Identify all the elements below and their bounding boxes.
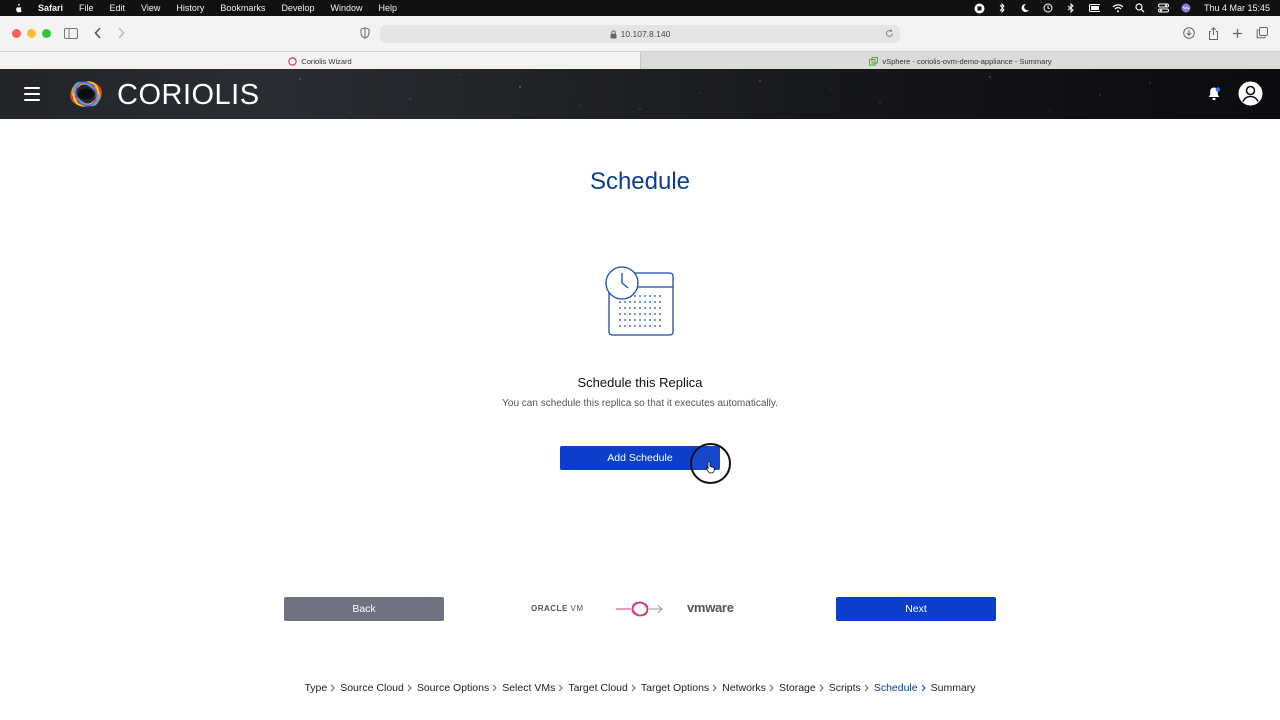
wizard-step-target-options[interactable]: Target Options [641, 682, 722, 694]
vsphere-favicon-icon [869, 56, 879, 66]
sidebar-toggle-icon[interactable] [64, 26, 78, 40]
wizard-step-schedule[interactable]: Schedule [874, 682, 931, 694]
section-heading: Schedule this Replica [577, 375, 703, 390]
user-avatar-icon[interactable] [1238, 81, 1263, 106]
target-cloud-logo: vmware [687, 600, 734, 615]
time-machine-icon[interactable] [1043, 3, 1054, 14]
address-url: 10.107.8.140 [620, 29, 671, 39]
downloads-icon[interactable] [1182, 26, 1196, 40]
wizard-step-label: Scripts [828, 682, 861, 694]
wizard-step-source-cloud[interactable]: Source Cloud [340, 682, 417, 694]
menu-edit[interactable]: Edit [110, 3, 126, 13]
address-bar[interactable]: 10.107.8.140 [380, 25, 900, 43]
menu-history[interactable]: History [176, 3, 204, 13]
coriolis-logo-icon [70, 81, 102, 107]
privacy-shield-icon[interactable] [358, 26, 372, 40]
tab-label: vSphere - coriolis-ovm-demo-appliance - … [882, 56, 1052, 66]
migration-flow-icon [616, 601, 663, 617]
tab-vsphere-summary[interactable]: vSphere - coriolis-ovm-demo-appliance - … [640, 52, 1280, 70]
menubar-clock[interactable]: Thu 4 Mar 15:45 [1204, 3, 1270, 13]
menu-window[interactable]: Window [330, 3, 362, 13]
menu-view[interactable]: View [141, 3, 160, 13]
menubar-status-area: Thu 4 Mar 15:45 [974, 0, 1270, 16]
back-button[interactable]: Back [284, 597, 444, 621]
schedule-calendar-clock-icon [605, 266, 674, 336]
forward-nav-icon[interactable] [114, 26, 128, 40]
source-logo-text: ORACLE [531, 604, 568, 613]
apple-icon[interactable] [14, 3, 24, 13]
close-window-button[interactable] [12, 29, 21, 38]
notifications-bell-icon[interactable] [1207, 86, 1221, 102]
wizard-step-label: Schedule [873, 682, 918, 694]
tab-overview-icon[interactable] [1255, 26, 1269, 40]
wizard-step-networks[interactable]: Networks [722, 682, 779, 694]
source-cloud-logo: ORACLE VM [531, 604, 584, 613]
bluetooth-alt-icon[interactable] [997, 3, 1008, 14]
tab-coriolis-wizard[interactable]: Coriolis Wizard [0, 52, 640, 70]
window-controls [12, 29, 51, 38]
chevron-right-icon [407, 684, 412, 692]
chevron-right-icon [492, 684, 497, 692]
control-center-icon[interactable] [1157, 3, 1169, 14]
wizard-step-type[interactable]: Type [304, 682, 340, 694]
chevron-right-icon [769, 684, 774, 692]
wizard-step-select-vms[interactable]: Select VMs [502, 682, 568, 694]
wizard-steps-breadcrumb: Type Source Cloud Source Options Select … [0, 682, 1280, 694]
share-icon[interactable] [1206, 26, 1220, 40]
wizard-step-label: Type [304, 682, 328, 694]
wizard-step-label: Select VMs [502, 682, 556, 694]
wizard-step-source-options[interactable]: Source Options [417, 682, 502, 694]
record-icon[interactable] [974, 3, 985, 14]
wizard-step-label: Summary [930, 682, 976, 694]
browser-tab-bar: Coriolis Wizard vSphere - coriolis-ovm-d… [0, 51, 1280, 70]
reload-icon[interactable] [885, 29, 894, 38]
wizard-step-label: Target Cloud [568, 682, 628, 694]
wizard-step-label: Source Cloud [340, 682, 404, 694]
menu-bookmarks[interactable]: Bookmarks [220, 3, 265, 13]
wizard-step-label: Networks [722, 682, 766, 694]
chevron-right-icon [819, 684, 824, 692]
menu-help[interactable]: Help [378, 3, 397, 13]
chevron-right-icon [631, 684, 636, 692]
lock-icon [610, 29, 617, 39]
page-title: Schedule [589, 168, 691, 195]
section-description: You can schedule this replica so that it… [502, 398, 778, 409]
wifi-icon[interactable] [1112, 3, 1123, 14]
bluetooth-icon[interactable] [1066, 3, 1077, 14]
wizard-step-label: Source Options [416, 682, 490, 694]
browser-toolbar: 10.107.8.140 [0, 16, 1280, 51]
battery-icon[interactable] [1088, 3, 1100, 14]
hamburger-menu-icon[interactable] [24, 87, 40, 101]
brand-wordmark: CORIOLIS [117, 79, 260, 111]
menu-app-safari[interactable]: Safari [38, 3, 63, 13]
chevron-right-icon [712, 684, 717, 692]
siri-icon[interactable] [1181, 3, 1192, 14]
chevron-right-icon [330, 684, 335, 692]
wizard-step-scripts[interactable]: Scripts [829, 682, 874, 694]
menu-develop[interactable]: Develop [281, 3, 314, 13]
chevron-right-icon [864, 684, 869, 692]
coriolis-favicon-icon [288, 56, 297, 66]
menu-file[interactable]: File [79, 3, 94, 13]
spotlight-search-icon[interactable] [1135, 3, 1146, 14]
wizard-step-label: Storage [778, 682, 816, 694]
macos-menu-bar: Safari File Edit View History Bookmarks … [0, 0, 1280, 16]
wizard-step-storage[interactable]: Storage [779, 682, 829, 694]
pointer-hand-cursor-icon [705, 461, 715, 474]
source-logo-suffix: VM [570, 604, 584, 613]
wizard-step-label: Target Options [640, 682, 710, 694]
wizard-step-summary[interactable]: Summary [931, 682, 976, 694]
back-nav-icon[interactable] [91, 26, 105, 40]
chevron-right-icon [558, 684, 564, 692]
wizard-step-target-cloud[interactable]: Target Cloud [568, 682, 641, 694]
new-tab-icon[interactable] [1230, 26, 1244, 40]
tab-label: Coriolis Wizard [301, 56, 352, 66]
chevron-right-icon [921, 684, 926, 692]
next-button[interactable]: Next [836, 597, 996, 621]
zoom-window-button[interactable] [42, 29, 51, 38]
moon-icon[interactable] [1020, 3, 1031, 14]
app-header: CORIOLIS [0, 69, 1280, 119]
minimize-window-button[interactable] [27, 29, 36, 38]
